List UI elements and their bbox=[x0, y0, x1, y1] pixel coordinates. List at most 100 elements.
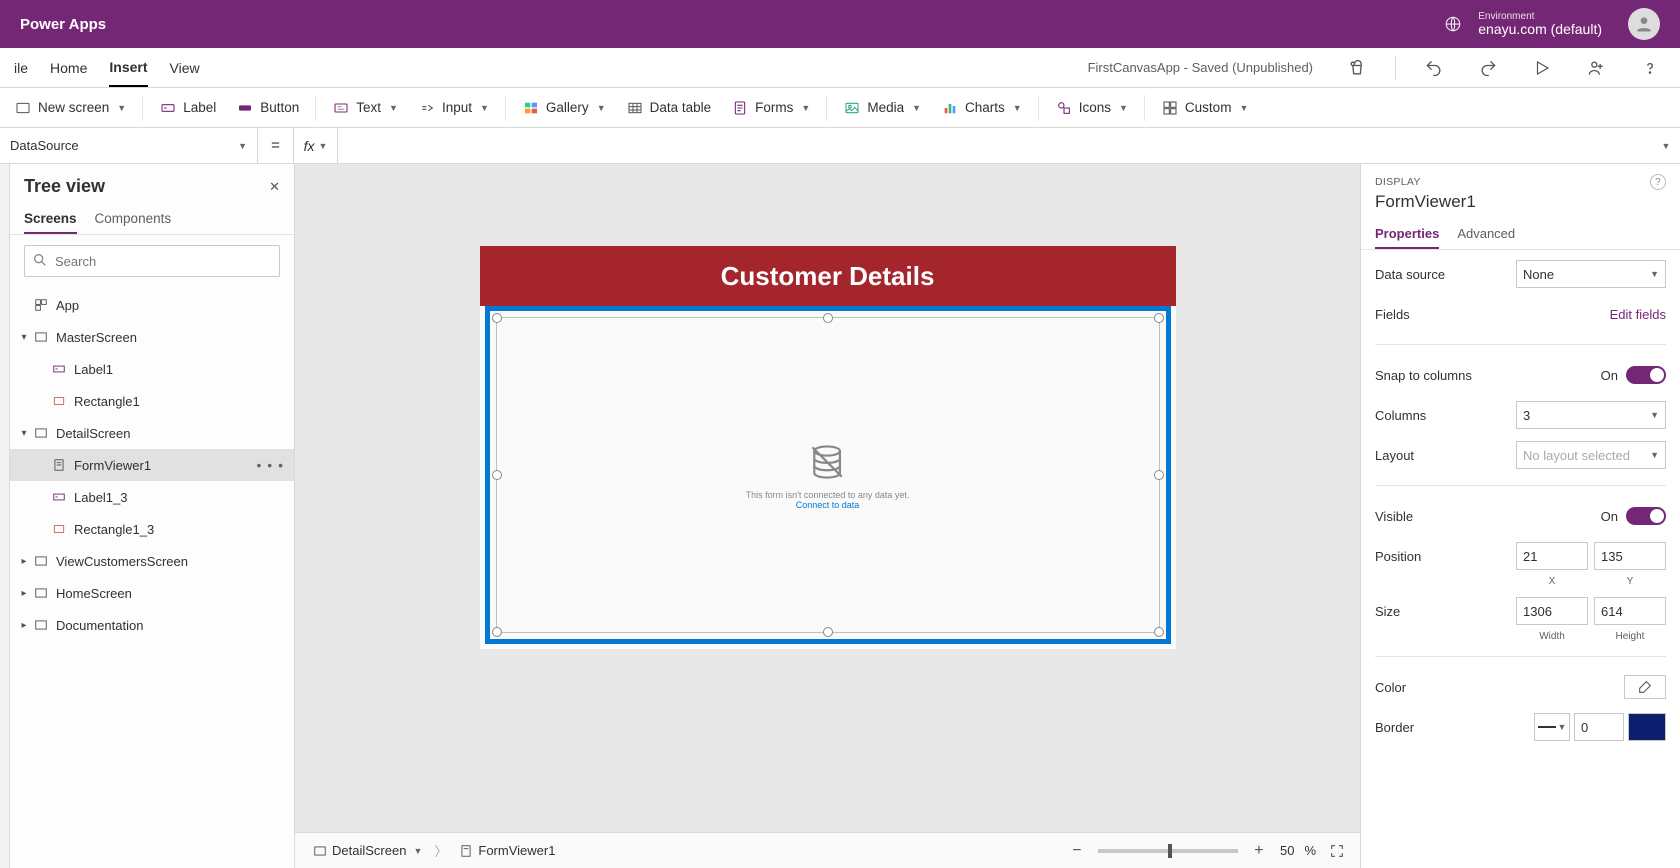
gallery-button[interactable]: Gallery▼ bbox=[514, 95, 614, 121]
chevron-down-icon: ▼ bbox=[1650, 450, 1659, 460]
zoom-out-button[interactable]: − bbox=[1066, 840, 1088, 862]
breadcrumb-screen[interactable]: DetailScreen ▼ bbox=[307, 841, 428, 860]
formula-expand-icon[interactable]: ▼ bbox=[1650, 128, 1680, 163]
caret-icon[interactable]: ▸ bbox=[16, 620, 32, 631]
tree-item-documentation[interactable]: ▸ Documentation bbox=[10, 609, 294, 641]
visible-toggle[interactable] bbox=[1626, 507, 1666, 525]
zoom-slider[interactable] bbox=[1098, 849, 1238, 853]
tree-item-viewcustomers[interactable]: ▸ ViewCustomersScreen bbox=[10, 545, 294, 577]
text-button[interactable]: Text▼ bbox=[324, 95, 406, 121]
chevron-down-icon: ▼ bbox=[389, 103, 398, 113]
search-input[interactable] bbox=[24, 245, 280, 277]
charts-button[interactable]: Charts▼ bbox=[933, 95, 1030, 121]
size-width-input[interactable]: 1306 bbox=[1516, 597, 1588, 625]
layout-dropdown[interactable]: No layout selected▼ bbox=[1516, 441, 1666, 469]
menu-view[interactable]: View bbox=[170, 48, 200, 87]
tree-item-masterscreen[interactable]: ▾ MasterScreen bbox=[10, 321, 294, 353]
size-height-input[interactable]: 614 bbox=[1594, 597, 1666, 625]
gallery-label: Gallery bbox=[546, 100, 589, 115]
tree-item-rectangle1-3[interactable]: Rectangle1_3 bbox=[10, 513, 294, 545]
tree-item-app[interactable]: App bbox=[10, 289, 294, 321]
caret-icon[interactable]: ▾ bbox=[16, 428, 32, 439]
position-x-input[interactable]: 21 bbox=[1516, 542, 1588, 570]
help-icon[interactable] bbox=[1634, 52, 1666, 84]
rectangle-icon bbox=[50, 520, 68, 538]
menu-home[interactable]: Home bbox=[50, 48, 87, 87]
property-selector[interactable]: DataSource ▼ bbox=[0, 128, 258, 163]
caret-icon[interactable]: ▾ bbox=[16, 332, 32, 343]
label-button[interactable]: Label bbox=[151, 95, 224, 121]
button-button[interactable]: Button bbox=[228, 95, 307, 121]
fit-screen-icon[interactable] bbox=[1326, 840, 1348, 862]
tree-item-label1[interactable]: Label1 bbox=[10, 353, 294, 385]
resize-handle[interactable] bbox=[492, 627, 502, 637]
custom-button[interactable]: Custom▼ bbox=[1153, 95, 1256, 121]
breadcrumb-control[interactable]: FormViewer1 bbox=[453, 841, 561, 860]
position-y-input[interactable]: 135 bbox=[1594, 542, 1666, 570]
tab-properties[interactable]: Properties bbox=[1375, 220, 1439, 249]
new-screen-button[interactable]: New screen▼ bbox=[6, 95, 134, 121]
color-picker[interactable] bbox=[1624, 675, 1666, 699]
resize-handle[interactable] bbox=[492, 313, 502, 323]
selected-form[interactable]: This form isn't connected to any data ye… bbox=[485, 306, 1171, 644]
data-table-button[interactable]: Data table bbox=[618, 95, 720, 121]
properties-panel: DISPLAY ? FormViewer1 Properties Advance… bbox=[1360, 164, 1680, 868]
app-icon bbox=[32, 296, 50, 314]
tab-screens[interactable]: Screens bbox=[24, 205, 77, 234]
play-icon[interactable] bbox=[1526, 52, 1558, 84]
forms-button[interactable]: Forms▼ bbox=[723, 95, 818, 121]
screen-preview[interactable]: Customer Details bbox=[480, 246, 1176, 649]
tree-label: Documentation bbox=[56, 618, 143, 633]
resize-handle[interactable] bbox=[1154, 313, 1164, 323]
media-button[interactable]: Media▼ bbox=[835, 95, 929, 121]
input-button[interactable]: Input▼ bbox=[410, 95, 497, 121]
icons-button[interactable]: Icons▼ bbox=[1047, 95, 1136, 121]
info-icon[interactable]: ? bbox=[1650, 174, 1666, 190]
datasource-dropdown[interactable]: None▼ bbox=[1516, 260, 1666, 288]
tab-components[interactable]: Components bbox=[95, 205, 172, 234]
formula-input[interactable] bbox=[338, 128, 1650, 163]
fx-button[interactable]: fx▼ bbox=[294, 128, 338, 163]
snap-label: Snap to columns bbox=[1375, 368, 1472, 383]
menu-file[interactable]: ile bbox=[14, 48, 28, 87]
custom-icon bbox=[1161, 99, 1179, 117]
more-icon[interactable]: • • • bbox=[257, 457, 284, 473]
left-rail[interactable] bbox=[0, 164, 10, 868]
chevron-down-icon: ▼ bbox=[1239, 103, 1248, 113]
app-checker-icon[interactable] bbox=[1341, 52, 1373, 84]
tree-item-label1-3[interactable]: Label1_3 bbox=[10, 481, 294, 513]
globe-icon[interactable] bbox=[1444, 15, 1462, 33]
menu-insert[interactable]: Insert bbox=[109, 48, 147, 87]
zoom-in-button[interactable]: + bbox=[1248, 840, 1270, 862]
border-color-picker[interactable] bbox=[1628, 713, 1666, 741]
redo-icon[interactable] bbox=[1472, 52, 1504, 84]
columns-dropdown[interactable]: 3▼ bbox=[1516, 401, 1666, 429]
caret-icon[interactable]: ▸ bbox=[16, 556, 32, 567]
caret-icon[interactable]: ▸ bbox=[16, 588, 32, 599]
environment-display[interactable]: Environment enayu.com (default) bbox=[1478, 11, 1602, 37]
border-width-input[interactable]: 0 bbox=[1574, 713, 1624, 741]
edit-fields-link[interactable]: Edit fields bbox=[1610, 307, 1666, 322]
forms-icon bbox=[731, 99, 749, 117]
tree-item-detailscreen[interactable]: ▾ DetailScreen bbox=[10, 417, 294, 449]
resize-handle[interactable] bbox=[1154, 470, 1164, 480]
resize-handle[interactable] bbox=[823, 627, 833, 637]
resize-handle[interactable] bbox=[1154, 627, 1164, 637]
resize-handle[interactable] bbox=[492, 470, 502, 480]
tree-item-formviewer1[interactable]: FormViewer1 • • • bbox=[10, 449, 294, 481]
close-icon[interactable]: ✕ bbox=[269, 179, 280, 195]
share-icon[interactable] bbox=[1580, 52, 1612, 84]
resize-handle[interactable] bbox=[823, 313, 833, 323]
label-icon bbox=[159, 99, 177, 117]
tree-item-homescreen[interactable]: ▸ HomeScreen bbox=[10, 577, 294, 609]
undo-icon[interactable] bbox=[1418, 52, 1450, 84]
tab-advanced[interactable]: Advanced bbox=[1457, 220, 1515, 249]
border-style-dropdown[interactable]: ▼ bbox=[1534, 713, 1570, 741]
tree-item-rectangle1[interactable]: Rectangle1 bbox=[10, 385, 294, 417]
separator bbox=[1144, 95, 1145, 121]
breadcrumb-label: DetailScreen bbox=[332, 843, 406, 858]
connect-to-data-link[interactable]: Connect to data bbox=[746, 500, 910, 510]
snap-toggle[interactable] bbox=[1626, 366, 1666, 384]
user-avatar[interactable] bbox=[1628, 8, 1660, 40]
search-icon bbox=[32, 252, 48, 268]
